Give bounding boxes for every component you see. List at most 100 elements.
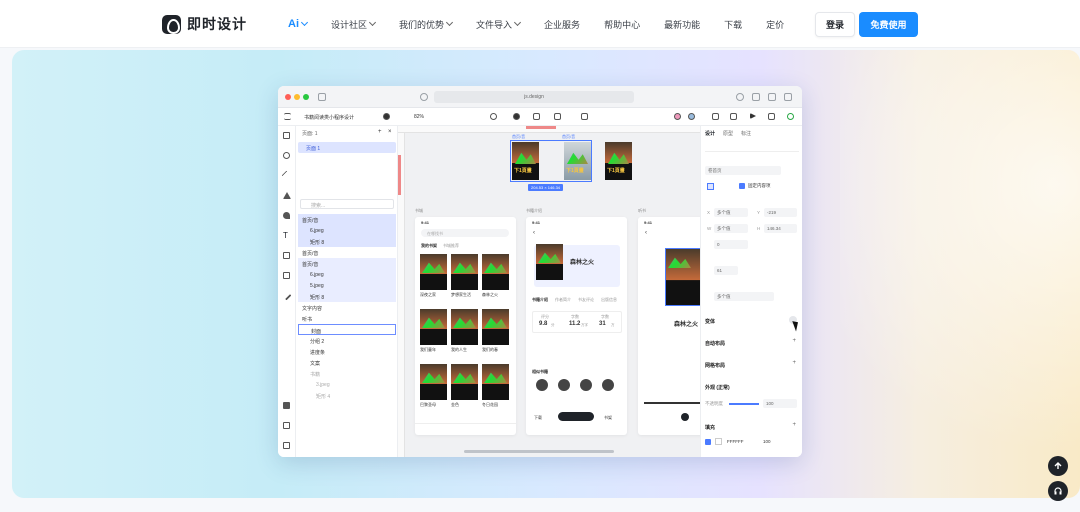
read-button[interactable] — [558, 412, 594, 421]
stat-value: 31 — [599, 321, 606, 327]
progress-bar[interactable] — [644, 402, 700, 404]
opacity-input[interactable]: 100 — [763, 399, 797, 408]
tab-annotate[interactable]: 标注 — [741, 130, 751, 137]
nav-item-community[interactable]: 设计社区 — [319, 0, 387, 48]
rotation-input[interactable]: 0 — [714, 240, 748, 249]
avatar[interactable] — [558, 379, 570, 391]
avatar[interactable] — [536, 379, 548, 391]
book-title: 我们的春 — [482, 347, 498, 352]
book-cover[interactable] — [482, 364, 509, 400]
book-cover[interactable] — [482, 254, 509, 290]
fill-swatch[interactable] — [715, 438, 722, 445]
book-title: 我的人生 — [451, 347, 467, 352]
add-auto-layout-icon[interactable]: + — [792, 338, 796, 344]
layer-item[interactable]: 5.jpeg — [298, 280, 396, 291]
login-button[interactable]: 登录 — [815, 12, 855, 37]
fill-hex[interactable]: FFFFFF — [727, 439, 744, 444]
layer-item[interactable]: 书籍 — [298, 368, 396, 379]
book-cover[interactable] — [451, 364, 478, 400]
nav-item-download[interactable]: 下载 — [712, 0, 754, 48]
brand-logo-icon — [162, 14, 181, 34]
frame-label: 书城 — [415, 208, 423, 213]
avatar[interactable] — [580, 379, 592, 391]
fill-checkbox[interactable] — [705, 439, 711, 445]
checkbox[interactable] — [739, 183, 745, 189]
shelf-button[interactable]: 书架 — [604, 415, 612, 421]
tab-prototype[interactable]: 原型 — [723, 130, 733, 137]
align-toolbar[interactable] — [705, 146, 799, 152]
book-cover[interactable] — [420, 309, 447, 345]
frame-bookstore[interactable]: 9:41 在哪找书 我的书架 书城推荐 深夜之家 梦想家生活 森林之火 我们童年 我的人… — [415, 217, 516, 435]
nav-item-ai[interactable]: Ai — [286, 0, 319, 48]
tab-recommend[interactable]: 书城推荐 — [443, 243, 459, 249]
layer-item[interactable]: 分组 2 — [298, 335, 396, 346]
layer-item[interactable]: 封面 — [298, 324, 396, 335]
book-cover[interactable] — [420, 364, 447, 400]
close-dot-icon — [285, 94, 291, 100]
nav-item-help[interactable]: 帮助中心 — [592, 0, 652, 48]
book-cover[interactable] — [420, 254, 447, 290]
corner-input[interactable]: 多个值 — [714, 292, 774, 301]
layer-item[interactable]: 进度条 — [298, 346, 396, 357]
tab-shelf[interactable]: 我的书架 — [421, 243, 437, 249]
nav-item-import[interactable]: 文件导入 — [464, 0, 532, 48]
layer-item[interactable]: 矩形 8 — [298, 236, 396, 247]
free-use-button[interactable]: 免费使用 — [859, 12, 918, 37]
download-button[interactable]: 下载 — [534, 415, 542, 421]
stat-label: 评分 — [541, 314, 549, 319]
layer-item[interactable]: 首页/音 — [298, 214, 396, 225]
component-select[interactable]: 卷首页 — [705, 166, 781, 175]
layer-item[interactable]: 矩形 4 — [298, 390, 396, 401]
layer-item[interactable]: 文字内容 — [298, 302, 396, 313]
detail-tab[interactable]: 书友评论 — [578, 297, 594, 303]
layer-item[interactable]: 首页/音 — [298, 247, 396, 258]
frame-book-detail[interactable]: 9:41 ‹ 森林之火 书籍介绍 作者简介 书友评论 出版信息 评分 9.8 分字数 11.… — [526, 217, 627, 435]
tab-design[interactable]: 设计 — [705, 130, 715, 137]
detail-tab[interactable]: 出版信息 — [601, 297, 617, 303]
layer-item[interactable]: 矩形 8 — [298, 291, 396, 302]
layer-item[interactable]: 首页/音 — [298, 258, 396, 269]
x-input[interactable]: 多个值 — [714, 208, 748, 217]
detail-tab[interactable]: 书籍介绍 — [532, 297, 548, 303]
close-icon[interactable]: × — [388, 129, 392, 135]
play-button[interactable] — [681, 413, 689, 421]
layer-item[interactable]: 6.jpeg — [298, 225, 396, 236]
book-title: 梦想家生活 — [451, 292, 471, 297]
radius-input[interactable]: 61 — [714, 266, 738, 275]
h-input[interactable]: 146.34 — [764, 224, 797, 233]
layout-toggle[interactable] — [707, 183, 714, 190]
layer-item[interactable]: 3.jpeg — [298, 379, 396, 390]
opacity-slider[interactable] — [729, 403, 759, 405]
add-grid-icon[interactable]: + — [792, 360, 796, 366]
nav-item-enterprise[interactable]: 企业服务 — [532, 0, 592, 48]
cover-thumbnail[interactable] — [605, 142, 632, 180]
frame-listen[interactable]: 9:41 ‹ 森林之火 — [638, 217, 700, 435]
book-cover[interactable] — [665, 248, 700, 306]
back-icon[interactable]: ‹ — [645, 230, 647, 236]
layer-item[interactable]: 6.jpeg — [298, 269, 396, 280]
book-cover[interactable] — [482, 309, 509, 345]
book-cover[interactable] — [451, 254, 478, 290]
search-input[interactable]: 在哪找书 — [421, 229, 509, 237]
page-item-1[interactable]: 页面 1 — [298, 142, 396, 153]
customer-support-button[interactable] — [1048, 481, 1068, 501]
fill-opacity[interactable]: 100 — [763, 439, 771, 444]
design-canvas[interactable]: 首页/音 首页/音 204.53 × 146.34 书城 书籍介绍 听书 9:4… — [398, 126, 700, 457]
nav-item-advantages[interactable]: 我们的优势 — [387, 0, 464, 48]
y-input[interactable]: -219 — [764, 208, 797, 217]
canvas-scrollbar[interactable] — [464, 450, 614, 453]
layers-search-input[interactable]: 搜索... — [300, 199, 394, 209]
add-fill-icon[interactable]: + — [792, 422, 796, 428]
w-input[interactable]: 多个值 — [714, 224, 748, 233]
brand-logo[interactable]: 即时设计 — [162, 14, 247, 34]
detail-tab[interactable]: 作者简介 — [555, 297, 571, 303]
book-cover[interactable] — [451, 309, 478, 345]
add-page-icon[interactable]: + — [378, 129, 382, 135]
nav-item-pricing[interactable]: 定价 — [754, 0, 796, 48]
back-icon[interactable]: ‹ — [533, 230, 535, 236]
back-to-top-button[interactable] — [1048, 456, 1068, 476]
layer-item[interactable]: 听书 — [298, 313, 396, 324]
avatar[interactable] — [602, 379, 614, 391]
nav-item-new-features[interactable]: 最新功能 — [652, 0, 712, 48]
layer-item[interactable]: 文案 — [298, 357, 396, 368]
